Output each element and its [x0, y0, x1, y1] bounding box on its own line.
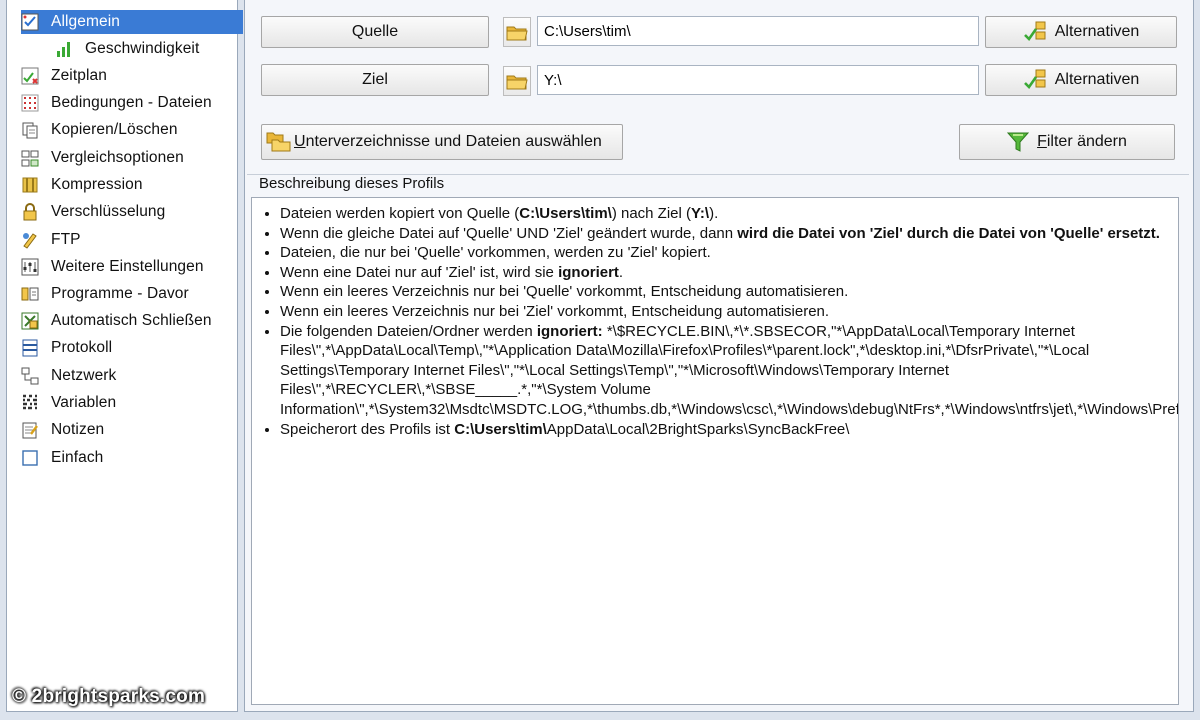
target-button-label: Ziel [362, 71, 388, 88]
source-browse-button[interactable] [503, 17, 531, 47]
sidebar-item-label: Zeitplan [51, 67, 107, 84]
lock-icon [21, 203, 39, 221]
sidebar-item-compare[interactable]: Vergleichsoptionen [21, 146, 243, 170]
target-alternatives-label: Alternativen [1054, 71, 1140, 88]
profile-main-panel: Quelle Alternativen Ziel Alternativen [244, 0, 1194, 712]
sidebar-item-label: Vergleichsoptionen [51, 149, 184, 166]
target-alternatives-button[interactable]: Alternativen [985, 64, 1177, 96]
sidebar-item-label: FTP [51, 231, 81, 248]
copy-delete-icon [21, 121, 39, 139]
log-icon [21, 339, 39, 357]
sidebar-item-label: Programme - Davor [51, 285, 189, 302]
description-list: Dateien werden kopiert von Quelle (C:\Us… [262, 204, 1178, 440]
sidebar-item-label: Kompression [51, 176, 143, 193]
source-button[interactable]: Quelle [261, 16, 489, 48]
sidebar-item-label: Einfach [51, 449, 104, 466]
compare-icon [21, 149, 39, 167]
profile-description-group: Beschreibung dieses Profils Dateien werd… [247, 174, 1189, 711]
source-alternatives-label: Alternativen [1054, 23, 1140, 40]
description-bullet: Dateien werden kopiert von Quelle (C:\Us… [280, 204, 1168, 224]
speed-bars-icon [55, 40, 73, 58]
description-bullet: Wenn ein leeres Verzeichnis nur bei 'Que… [280, 282, 1168, 302]
sidebar-item-label: Automatisch Schließen [51, 312, 212, 329]
schedule-icon [21, 67, 39, 85]
compression-icon [21, 176, 39, 194]
sidebar-item-label: Netzwerk [51, 367, 117, 384]
description-bullet: Die folgenden Dateien/Ordner werden igno… [280, 322, 1178, 420]
profile-description-title: Beschreibung dieses Profils [259, 175, 445, 192]
more-settings-icon [21, 258, 39, 276]
sidebar-item-speed-bars[interactable]: Geschwindigkeit [55, 37, 239, 61]
description-bullet: Wenn ein leeres Verzeichnis nur bei 'Zie… [280, 302, 1168, 322]
change-filter-button[interactable]: Filter ändern [959, 124, 1175, 160]
sidebar-item-general-settings[interactable]: Allgemein [21, 10, 243, 34]
simple-icon [21, 449, 39, 467]
profile-description-box: Dateien werden kopiert von Quelle (C:\Us… [251, 197, 1179, 705]
network-icon [21, 367, 39, 385]
conditions-icon [21, 94, 39, 112]
source-path-input[interactable] [537, 16, 979, 46]
profile-settings-sidebar: Allgemein Geschwindigkeit Zeitplan Bedingun… [6, 0, 243, 712]
target-path-input[interactable] [537, 65, 979, 95]
sidebar-item-label: Kopieren/Löschen [51, 121, 178, 138]
sidebar-item-programs-before[interactable]: Programme - Davor [21, 282, 243, 306]
sidebar-item-auto-close[interactable]: Automatisch Schließen [21, 309, 243, 333]
sidebar-item-schedule[interactable]: Zeitplan [21, 64, 243, 88]
sidebar-item-label: Geschwindigkeit [85, 40, 200, 57]
folder-icon [506, 75, 528, 90]
notes-icon [21, 421, 39, 439]
sidebar-item-label: Allgemein [51, 13, 120, 30]
sidebar-item-compression[interactable]: Kompression [21, 173, 243, 197]
alternatives-icon [1023, 69, 1046, 90]
sidebar-item-variables[interactable]: Variablen [21, 391, 243, 415]
sidebar-item-label: Bedingungen - Dateien [51, 94, 212, 111]
sidebar-item-log[interactable]: Protokoll [21, 336, 243, 360]
sidebar-item-label: Protokoll [51, 339, 113, 356]
watermark: © 2brightsparks.com [12, 686, 206, 707]
target-button[interactable]: Ziel [261, 64, 489, 96]
description-bullet: Wenn die gleiche Datei auf 'Quelle' UND … [280, 224, 1168, 244]
description-bullet: Wenn eine Datei nur auf 'Ziel' ist, wird… [280, 263, 1168, 283]
sidebar-item-label: Weitere Einstellungen [51, 258, 204, 275]
folder-icon [506, 26, 528, 41]
general-settings-icon [21, 13, 39, 31]
sidebar-item-conditions[interactable]: Bedingungen - Dateien [21, 91, 243, 115]
sidebar-item-label: Verschlüsselung [51, 203, 166, 220]
sidebar-item-more-settings[interactable]: Weitere Einstellungen [21, 255, 243, 279]
sidebar-item-lock[interactable]: Verschlüsselung [21, 200, 243, 224]
sidebar-item-label: Variablen [51, 394, 117, 411]
select-subdirs-button[interactable]: Unterverzeichnisse und Dateien auswählen [261, 124, 623, 160]
source-button-label: Quelle [351, 23, 399, 40]
select-subdirs-label: Unterverzeichnisse und Dateien auswählen [294, 133, 602, 150]
sidebar-item-simple[interactable]: Einfach [21, 446, 243, 470]
description-bullet: Dateien, die nur bei 'Quelle' vorkommen,… [280, 243, 1168, 263]
sidebar-item-copy-delete[interactable]: Kopieren/Löschen [21, 118, 243, 142]
ftp-icon [21, 231, 39, 249]
auto-close-icon [21, 312, 39, 330]
variables-icon [21, 394, 39, 412]
folders-icon [266, 132, 291, 152]
sidebar-item-label: Notizen [51, 421, 105, 438]
change-filter-label: Filter ändern [1037, 133, 1127, 150]
source-alternatives-button[interactable]: Alternativen [985, 16, 1177, 48]
sidebar-item-notes[interactable]: Notizen [21, 418, 243, 442]
programs-before-icon [21, 285, 39, 303]
target-browse-button[interactable] [503, 66, 531, 96]
sidebar-item-ftp[interactable]: FTP [21, 228, 243, 252]
alternatives-icon [1023, 21, 1046, 42]
description-bullet: Speicherort des Profils ist C:\Users\tim… [280, 420, 1168, 440]
sidebar-item-network[interactable]: Netzwerk [21, 364, 243, 388]
filter-icon [1007, 132, 1030, 152]
